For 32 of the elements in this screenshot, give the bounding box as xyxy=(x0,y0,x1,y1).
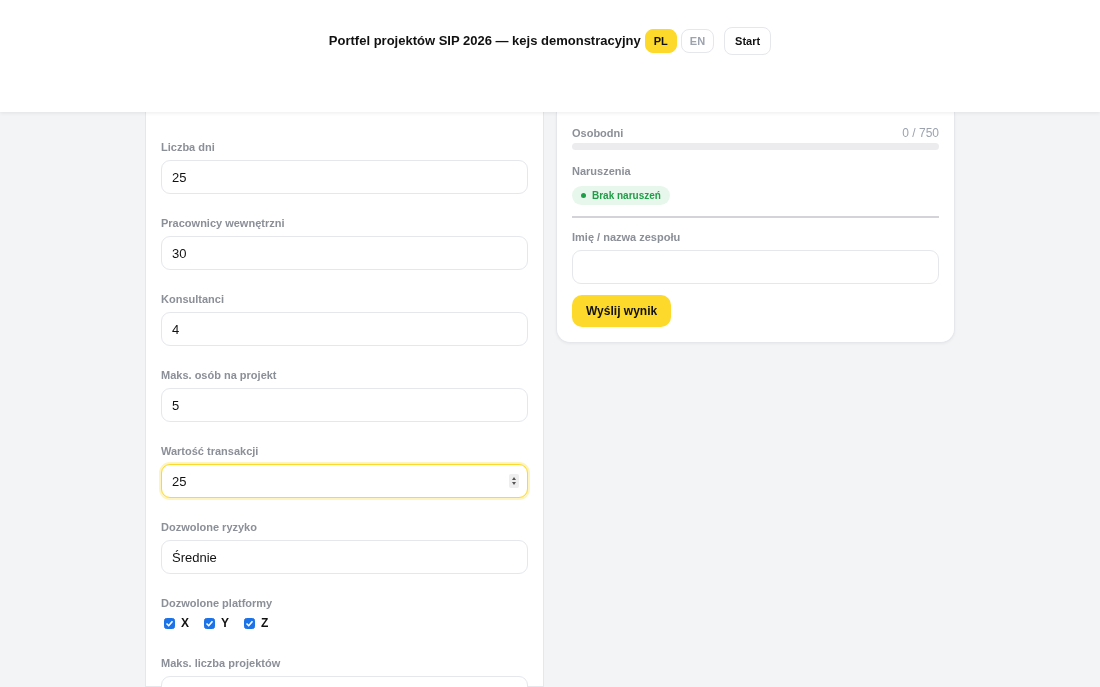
field-label: Imię / nazwa zespołu xyxy=(572,230,682,244)
page-title: Portfel projektów SIP 2026 — kejs demonstracyjny xyxy=(328,32,641,50)
start-button[interactable]: Start xyxy=(724,27,772,55)
field-label: Maks. liczba projektów xyxy=(161,656,282,670)
input-field[interactable]: 25 xyxy=(161,160,528,194)
field-label: Liczba dni xyxy=(161,140,216,154)
meter-label: Osobodni xyxy=(572,126,624,140)
checkbox[interactable] xyxy=(204,617,215,629)
input-field[interactable]: 5 xyxy=(161,388,528,422)
checkbox-label: Z xyxy=(261,616,269,630)
meter-reading: 0 / 750 xyxy=(902,126,939,140)
input-field[interactable]: 30 xyxy=(161,236,528,270)
field-label: Pracownicy wewnętrzni xyxy=(161,216,286,230)
checkbox-label: X xyxy=(181,616,189,630)
input-field[interactable]: 25 xyxy=(161,464,528,498)
status-dot-icon xyxy=(581,193,586,198)
input-field[interactable]: Średnie xyxy=(161,540,528,574)
checkbox[interactable] xyxy=(164,617,175,629)
checkbox-label: Y xyxy=(221,616,230,630)
name-field[interactable] xyxy=(572,250,939,284)
language-button[interactable]: PL xyxy=(644,29,677,53)
spinner-icon[interactable] xyxy=(509,474,519,488)
field-label: Maks. osób na projekt xyxy=(161,368,278,382)
status-badge: Brak naruszeń xyxy=(572,186,670,205)
field-label: Dozwolone platformy xyxy=(161,596,274,610)
field-label: Wartość transakcji xyxy=(161,444,260,458)
section-label: Naruszenia xyxy=(572,164,632,178)
checkbox[interactable] xyxy=(244,617,256,629)
input-field[interactable]: 4 xyxy=(161,312,528,346)
field-label: Konsultanci xyxy=(161,292,225,306)
field-label: Dozwolone ryzyko xyxy=(161,520,258,534)
submit-button[interactable]: Wyślij wynik xyxy=(572,295,672,327)
